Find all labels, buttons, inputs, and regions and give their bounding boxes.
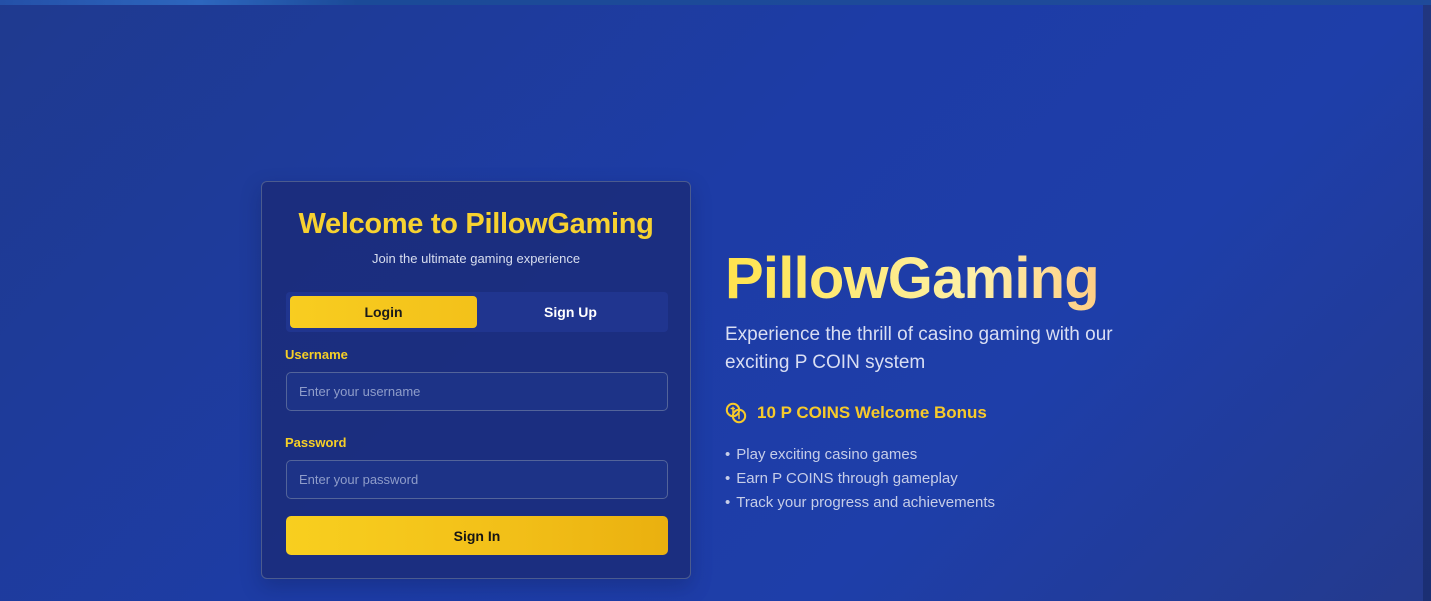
password-label: Password	[285, 435, 347, 450]
welcome-subtitle: Join the ultimate gaming experience	[371, 251, 581, 266]
tab-signup[interactable]: Sign Up	[477, 296, 664, 328]
right-edge-panel	[1423, 5, 1431, 601]
feature-text: Track your progress and achievements	[736, 494, 995, 511]
hero-section: PillowGaming Experience the thrill of ca…	[725, 246, 1205, 515]
sign-in-button[interactable]: Sign In	[286, 516, 668, 555]
feature-item: • Play exciting casino games	[725, 443, 1205, 467]
top-border	[0, 0, 1431, 5]
bullet-icon: •	[725, 494, 731, 511]
feature-text: Earn P COINS through gameplay	[736, 470, 958, 487]
username-input[interactable]	[286, 372, 668, 411]
auth-card: Welcome to PillowGaming Join the ultimat…	[261, 181, 691, 579]
username-label: Username	[285, 347, 348, 362]
bonus-row: 10 P COINS Welcome Bonus	[725, 402, 1205, 424]
bonus-text: 10 P COINS Welcome Bonus	[757, 403, 987, 422]
feature-item: • Track your progress and achievements	[725, 491, 1205, 515]
coin-icon	[725, 402, 747, 424]
auth-tab-bar: Login Sign Up	[286, 292, 668, 332]
feature-item: • Earn P COINS through gameplay	[725, 467, 1205, 491]
feature-list: • Play exciting casino games • Earn P CO…	[725, 443, 1205, 515]
bullet-icon: •	[725, 446, 731, 463]
hero-description: Experience the thrill of casino gaming w…	[725, 324, 1113, 373]
bullet-icon: •	[725, 470, 731, 487]
feature-text: Play exciting casino games	[736, 446, 918, 463]
password-input[interactable]	[286, 460, 668, 499]
welcome-title: Welcome to PillowGaming	[298, 208, 654, 240]
brand-title: PillowGaming	[725, 246, 1205, 312]
tab-login[interactable]: Login	[290, 296, 477, 328]
